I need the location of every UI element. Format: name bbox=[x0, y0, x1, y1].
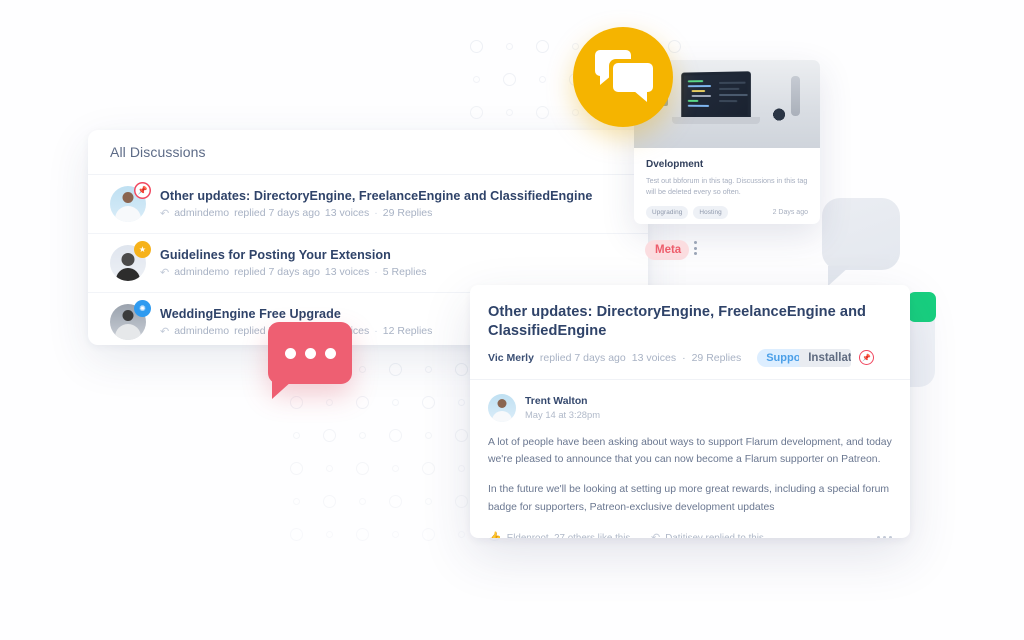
post-likes[interactable]: 👍Eldenroot, 27 others like this. bbox=[488, 531, 633, 538]
list-item-replies: 12 Replies bbox=[382, 325, 433, 337]
wrench-icon: ✺ bbox=[134, 300, 151, 317]
list-item-title: Guidelines for Posting Your Extension bbox=[160, 247, 391, 262]
avatar: ✺ bbox=[110, 300, 151, 340]
dev-card-tag-row: Upgrading Hosting 2 Days ago bbox=[646, 206, 808, 220]
detail-title: Other updates: DirectoryEngine, Freelanc… bbox=[488, 304, 867, 340]
page-canvas: All Discussions 📌 Other updates: Directo… bbox=[0, 0, 1024, 640]
list-item-replies: 29 Replies bbox=[382, 207, 433, 219]
avatar: 📌 bbox=[110, 182, 151, 222]
reply-icon: ↶ bbox=[160, 266, 170, 279]
list-item-voices: 13 voices bbox=[324, 266, 370, 278]
tag-pill-upgrading[interactable]: Upgrading bbox=[646, 206, 689, 220]
post-paragraph-2: In the future we'll be looking at settin… bbox=[488, 484, 890, 514]
dev-card-timestamp: 2 Days ago bbox=[772, 209, 808, 217]
detail-voices: 13 voices bbox=[631, 351, 677, 364]
decorative-green-chip bbox=[908, 292, 936, 322]
detail-tag-cluster: Support Installation 📌 bbox=[757, 348, 875, 367]
list-item-voices: 13 voices bbox=[324, 207, 370, 219]
avatar: ★ bbox=[110, 241, 151, 281]
more-options-icon[interactable] bbox=[694, 241, 697, 255]
separator: · bbox=[682, 351, 686, 364]
post-footer: 👍Eldenroot, 27 others like this. ↶Datiti… bbox=[488, 531, 892, 538]
post-author: Trent Walton bbox=[525, 395, 588, 407]
tag-installation[interactable]: Installation bbox=[799, 348, 852, 367]
decorative-speech-bubble-grey bbox=[822, 198, 900, 286]
list-item-meta: ↶ admindemo replied 7 days ago 13 voices… bbox=[160, 207, 626, 220]
separator: · bbox=[374, 207, 378, 219]
list-item-author: admindemo bbox=[174, 207, 230, 219]
card-header: All Discussions bbox=[88, 130, 648, 175]
separator: · bbox=[374, 325, 378, 337]
tag-pill-hosting[interactable]: Hosting bbox=[693, 206, 728, 220]
thumbs-up-icon: 👍 bbox=[488, 532, 502, 538]
dev-card-description: Test out bbforum in this tag. Discussion… bbox=[646, 176, 808, 197]
detail-header: Other updates: DirectoryEngine, Freelanc… bbox=[470, 285, 910, 380]
reply-icon: ↶ bbox=[160, 207, 170, 220]
pin-icon[interactable]: 📌 bbox=[859, 350, 875, 365]
pin-icon: 📌 bbox=[134, 182, 151, 199]
chat-bubbles-icon bbox=[573, 27, 673, 127]
post: Trent Walton May 14 at 3:28pm A lot of p… bbox=[470, 380, 910, 538]
post-header: Trent Walton May 14 at 3:28pm bbox=[488, 393, 892, 422]
star-icon: ★ bbox=[134, 241, 151, 258]
reply-icon: ↶ bbox=[651, 532, 660, 538]
detail-replied: replied 7 days ago bbox=[539, 351, 626, 364]
status-badge[interactable]: Meta bbox=[645, 240, 689, 260]
list-item-meta: ↶ admindemo replied 7 days ago 13 voices… bbox=[160, 266, 626, 279]
separator: · bbox=[374, 266, 378, 278]
discussion-detail-card: Other updates: DirectoryEngine, Freelanc… bbox=[470, 285, 910, 538]
laptop-decor bbox=[681, 71, 751, 119]
list-item-author: admindemo bbox=[174, 325, 230, 337]
list-item-replied: replied 7 days ago bbox=[234, 207, 320, 219]
speech-bubble-front bbox=[613, 63, 653, 102]
list-item-replies: 5 Replies bbox=[382, 266, 427, 278]
detail-replies: 29 Replies bbox=[691, 351, 742, 364]
list-item[interactable]: 📌 Other updates: DirectoryEngine, Freela… bbox=[88, 175, 648, 234]
post-timestamp: May 14 at 3:28pm bbox=[525, 408, 601, 420]
list-item-author: admindemo bbox=[174, 266, 230, 278]
reply-icon: ↶ bbox=[160, 325, 170, 338]
page-title: All Discussions bbox=[110, 144, 206, 160]
dev-card-title: Dvelopment bbox=[646, 159, 704, 170]
avatar bbox=[488, 393, 516, 422]
typing-dots-icon bbox=[268, 322, 352, 399]
post-body: A lot of people have been asking about w… bbox=[488, 434, 892, 518]
laptop-base-decor bbox=[672, 117, 760, 124]
detail-author: Vic Merly bbox=[488, 351, 534, 364]
lamp-decor bbox=[791, 76, 800, 116]
post-paragraph-1: A lot of people have been asking about w… bbox=[488, 436, 892, 466]
post-reply-info[interactable]: ↶Datitisev replied to this. bbox=[651, 531, 767, 538]
more-options-icon[interactable] bbox=[877, 536, 892, 538]
detail-meta: Vic Merly replied 7 days ago 13 voices ·… bbox=[488, 348, 892, 367]
list-item-replied: replied 7 days ago bbox=[234, 266, 320, 278]
list-item-title: Other updates: DirectoryEngine, Freelanc… bbox=[160, 188, 593, 203]
